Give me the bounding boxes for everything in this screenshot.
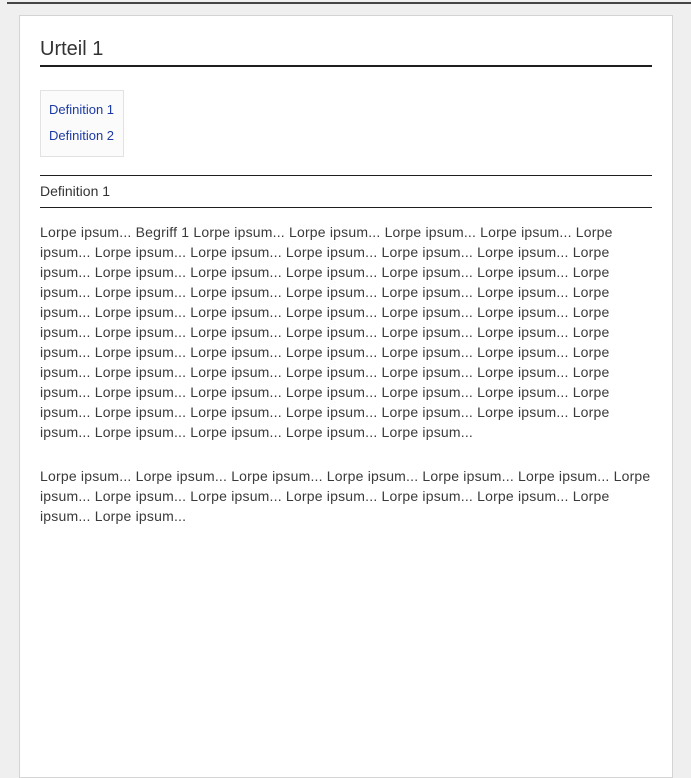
paragraph-lorem-2: Lorpe ipsum... Lorpe ipsum... Lorpe ipsu… xyxy=(40,466,652,526)
window-top-edge xyxy=(7,2,691,4)
content-panel: Urteil 1 Definition 1 Definition 2 Defin… xyxy=(19,15,673,778)
paragraph-lorem-1: Lorpe ipsum... Begriff 1 Lorpe ipsum... … xyxy=(40,222,652,442)
definition-links-box: Definition 1 Definition 2 xyxy=(40,90,124,157)
definition-2-link[interactable]: Definition 2 xyxy=(49,129,114,143)
page-title: Urteil 1 xyxy=(40,37,652,67)
definition-1-link[interactable]: Definition 1 xyxy=(49,103,114,117)
section-heading-definition-1: Definition 1 xyxy=(40,175,652,208)
